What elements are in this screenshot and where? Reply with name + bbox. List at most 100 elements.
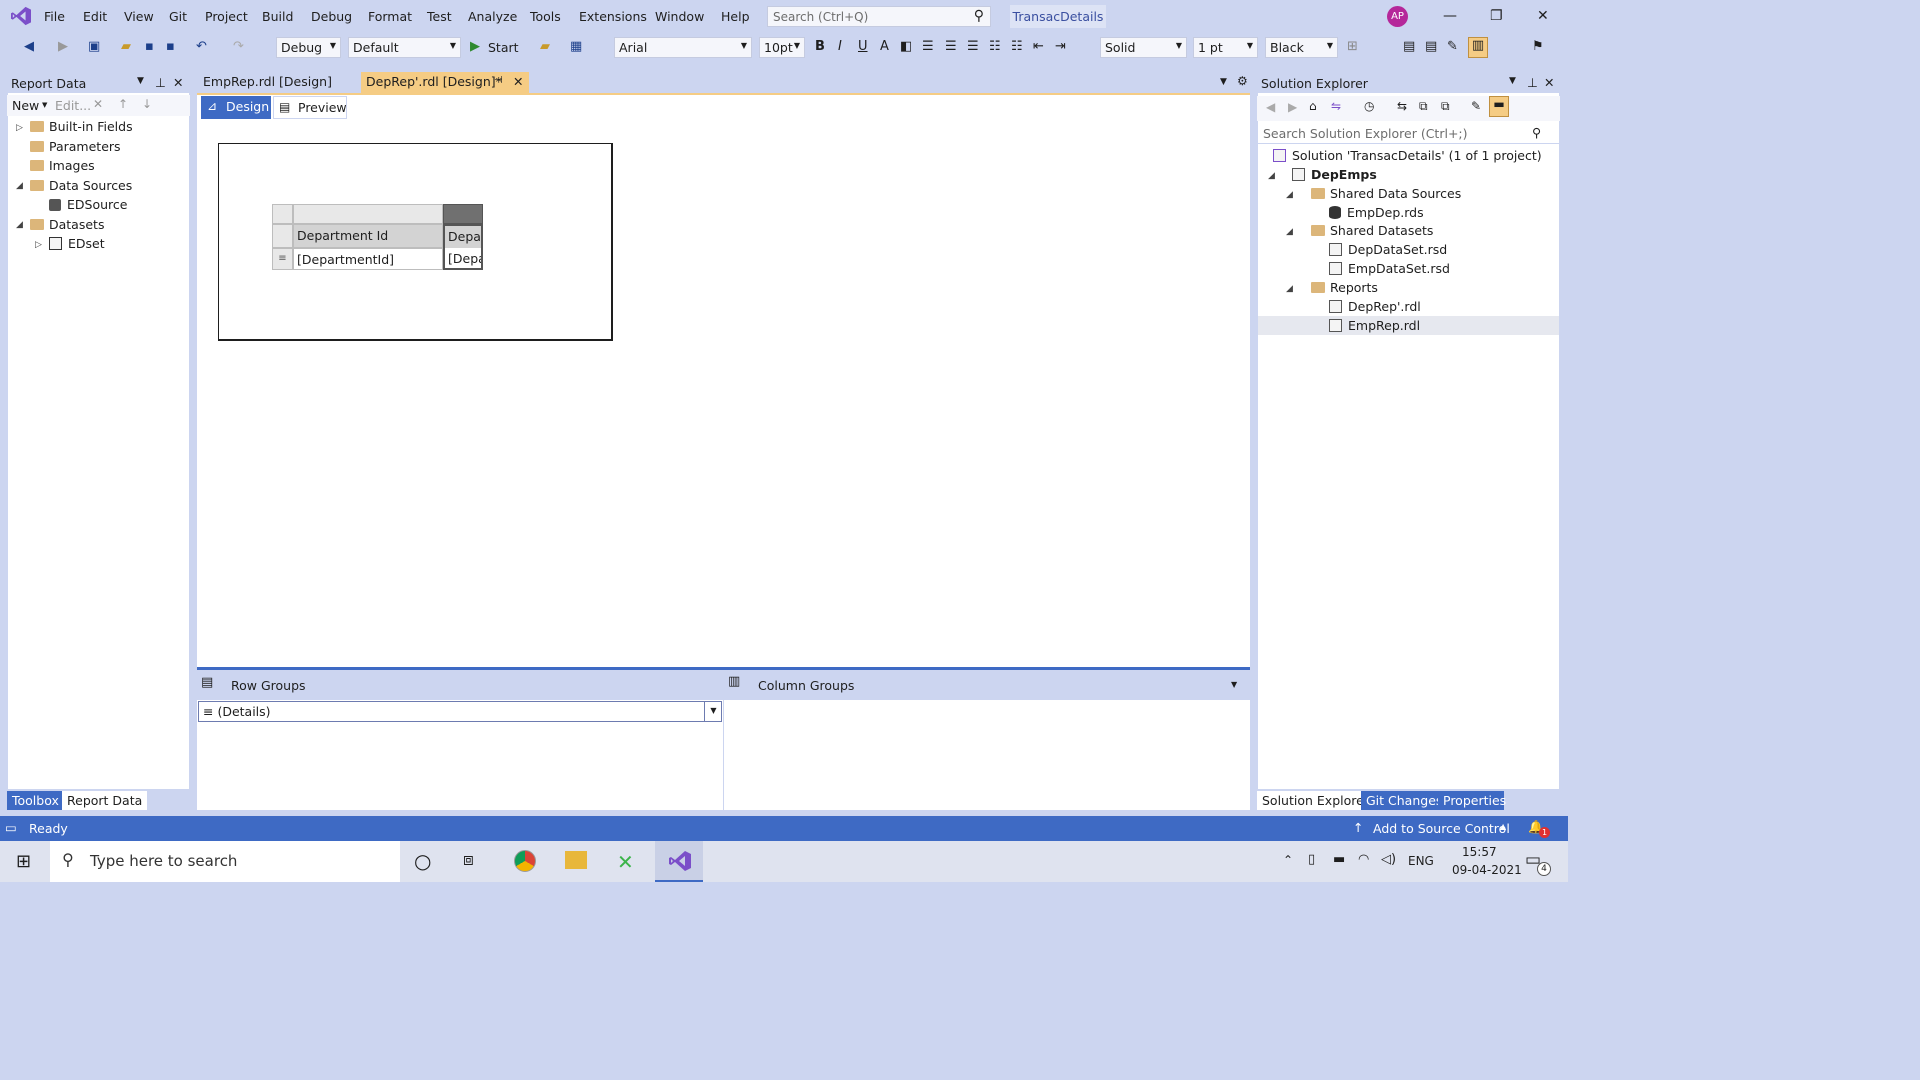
pending-changes-icon[interactable]: ◷ — [1364, 99, 1374, 113]
font-family-select[interactable]: Arial ▼ — [614, 37, 752, 58]
language-indicator[interactable]: ENG — [1408, 854, 1434, 868]
menu-test[interactable]: Test — [427, 9, 452, 24]
sync-icon[interactable]: ⇆ — [1397, 99, 1407, 113]
tree-item-shared-data-sources[interactable]: Shared Data Sources — [1311, 186, 1461, 201]
collapse-icon[interactable]: ◢ — [1286, 284, 1293, 294]
pin-tab-icon[interactable]: ⊣ — [494, 75, 503, 86]
pin-icon[interactable]: ⊥ — [1527, 75, 1538, 90]
expand-icon[interactable]: ▷ — [16, 123, 23, 133]
solution-explorer-search[interactable]: Search Solution Explorer (Ctrl+;) ⚲ — [1258, 124, 1559, 144]
feedback-icon[interactable]: ⚑ — [1532, 39, 1544, 54]
tab-preview[interactable]: ▤ Preview — [273, 96, 347, 119]
borders-icon[interactable]: ⊞ — [1347, 39, 1358, 54]
global-search-box[interactable]: Search (Ctrl+Q) ⚲ — [767, 6, 991, 27]
font-color-icon[interactable]: A — [880, 39, 889, 54]
tree-item-edsource[interactable]: EDSource — [49, 197, 127, 212]
collapse-icon[interactable]: ◢ — [1286, 190, 1293, 200]
column-handle-selected[interactable] — [443, 204, 483, 224]
app-icon[interactable]: ✕ — [617, 850, 634, 874]
header-cell-department-id[interactable]: Department Id — [293, 224, 443, 248]
tree-item-shared-datasets[interactable]: Shared Datasets — [1311, 223, 1433, 238]
layout-icon[interactable]: ▤ — [1403, 39, 1415, 54]
border-style-select[interactable]: Solid ▼ — [1100, 37, 1187, 58]
align-right-icon[interactable]: ☰ — [967, 39, 979, 54]
details-group[interactable]: ≡ (Details) ▼ — [198, 701, 722, 722]
underline-button[interactable]: U — [858, 39, 868, 54]
restore-icon[interactable]: ❐ — [1490, 8, 1503, 24]
tree-item-built-in-fields[interactable]: Built-in Fields — [30, 119, 133, 134]
header-cell-department[interactable]: Depa — [443, 224, 483, 248]
back-icon[interactable]: ◀ — [1266, 100, 1275, 114]
minimize-icon[interactable]: — — [1443, 8, 1457, 24]
italic-button[interactable]: I — [838, 39, 842, 54]
delete-icon[interactable]: ✕ — [93, 97, 103, 111]
tab-git-changes[interactable]: Git Changes — [1361, 791, 1448, 810]
tab-list-dropdown-icon[interactable]: ▼ — [1220, 77, 1227, 87]
tree-item-empdataset-rsd[interactable]: EmpDataSet.rsd — [1329, 261, 1450, 276]
expand-icon[interactable]: ▷ — [35, 240, 42, 250]
properties-wrench-icon[interactable]: ✎ — [1447, 39, 1458, 54]
tab-properties[interactable]: Properties — [1438, 791, 1506, 810]
pin-icon[interactable]: ⊥ — [155, 75, 166, 90]
collapse-icon[interactable]: ◢ — [1286, 227, 1293, 237]
menu-build[interactable]: Build — [262, 9, 293, 24]
forward-icon[interactable]: ▶ — [1288, 100, 1297, 114]
background-color-icon[interactable]: ◧ — [900, 39, 912, 54]
tree-item-project[interactable]: DepEmps — [1292, 167, 1377, 182]
border-width-select[interactable]: 1 pt ▼ — [1193, 37, 1258, 58]
tab-design[interactable]: ⊿ Design — [201, 96, 271, 119]
tree-item-datasets[interactable]: Datasets — [30, 217, 104, 232]
tree-item-deprep-rdl[interactable]: DepRep'.rdl — [1329, 299, 1421, 314]
border-color-select[interactable]: Black ▼ — [1265, 37, 1338, 58]
edit-button[interactable]: Edit... — [55, 98, 91, 113]
platform-select[interactable]: Default ▼ — [348, 37, 461, 58]
panel-menu-icon[interactable]: ▼ — [1509, 76, 1516, 86]
tab-deprep-design[interactable]: DepRep'.rdl [Design]* ⊣ ✕ — [361, 72, 529, 93]
close-tab-icon[interactable]: ✕ — [513, 74, 523, 89]
tree-item-reports[interactable]: Reports — [1311, 280, 1378, 295]
tree-item-empdep-rds[interactable]: EmpDep.rds — [1329, 205, 1424, 220]
bold-button[interactable]: B — [815, 39, 825, 54]
switch-views-icon[interactable]: ⇋ — [1331, 99, 1341, 113]
redo-icon[interactable]: ↷ — [233, 39, 244, 54]
tab-solution-explorer[interactable]: Solution Explorer — [1257, 791, 1374, 810]
new-project-icon[interactable]: ▣ — [88, 39, 100, 54]
align-center-icon[interactable]: ☰ — [945, 39, 957, 54]
groups-dropdown-icon[interactable]: ▼ — [1231, 680, 1237, 689]
save-icon[interactable]: ▪ — [145, 39, 154, 54]
close-window-icon[interactable]: ✕ — [1537, 8, 1549, 24]
align-left-icon[interactable]: ☰ — [922, 39, 934, 54]
tree-item-images[interactable]: Images — [30, 158, 95, 173]
panel-menu-icon[interactable]: ▼ — [137, 76, 144, 86]
task-view-icon[interactable]: ⧈ — [463, 850, 474, 870]
close-panel-icon[interactable]: ✕ — [173, 75, 183, 90]
cortana-icon[interactable]: ○ — [414, 849, 431, 873]
report-tool-icon[interactable]: ▦ — [570, 39, 582, 54]
wifi-icon[interactable]: ◠ — [1358, 852, 1369, 867]
device-icon[interactable]: ▯ — [1308, 852, 1315, 867]
file-explorer-icon[interactable] — [565, 851, 587, 869]
move-down-icon[interactable]: ↓ — [142, 97, 152, 111]
font-size-select[interactable]: 10pt ▼ — [759, 37, 805, 58]
collapse-all-icon[interactable]: ⧉ — [1419, 99, 1428, 114]
collapse-icon[interactable]: ◢ — [1268, 171, 1275, 181]
show-all-files-icon[interactable]: ⧉ — [1441, 99, 1450, 114]
chrome-icon[interactable] — [514, 850, 536, 872]
back-icon[interactable]: ◀ — [24, 39, 34, 54]
volume-icon[interactable]: ◁) — [1381, 852, 1396, 867]
numbered-list-icon[interactable]: ☷ — [989, 39, 1001, 54]
menu-analyze[interactable]: Analyze — [468, 9, 517, 24]
preview-selected-icon[interactable]: ▬ — [1489, 96, 1509, 117]
show-hidden-icons-icon[interactable]: ⌃ — [1283, 853, 1293, 867]
menu-edit[interactable]: Edit — [83, 9, 107, 24]
bullet-list-icon[interactable]: ☷ — [1011, 39, 1023, 54]
menu-format[interactable]: Format — [368, 9, 412, 24]
menu-window[interactable]: Window — [655, 9, 704, 24]
tab-emprep-design[interactable]: EmpRep.rdl [Design] — [197, 72, 360, 93]
collapse-icon[interactable]: ◢ — [16, 181, 23, 191]
new-menu-button[interactable]: New — [12, 98, 39, 113]
properties-icon[interactable]: ✎ — [1471, 99, 1481, 113]
tree-item-solution[interactable]: Solution 'TransacDetails' (1 of 1 projec… — [1273, 148, 1542, 163]
menu-project[interactable]: Project — [205, 9, 248, 24]
decrease-indent-icon[interactable]: ⇤ — [1033, 39, 1044, 54]
